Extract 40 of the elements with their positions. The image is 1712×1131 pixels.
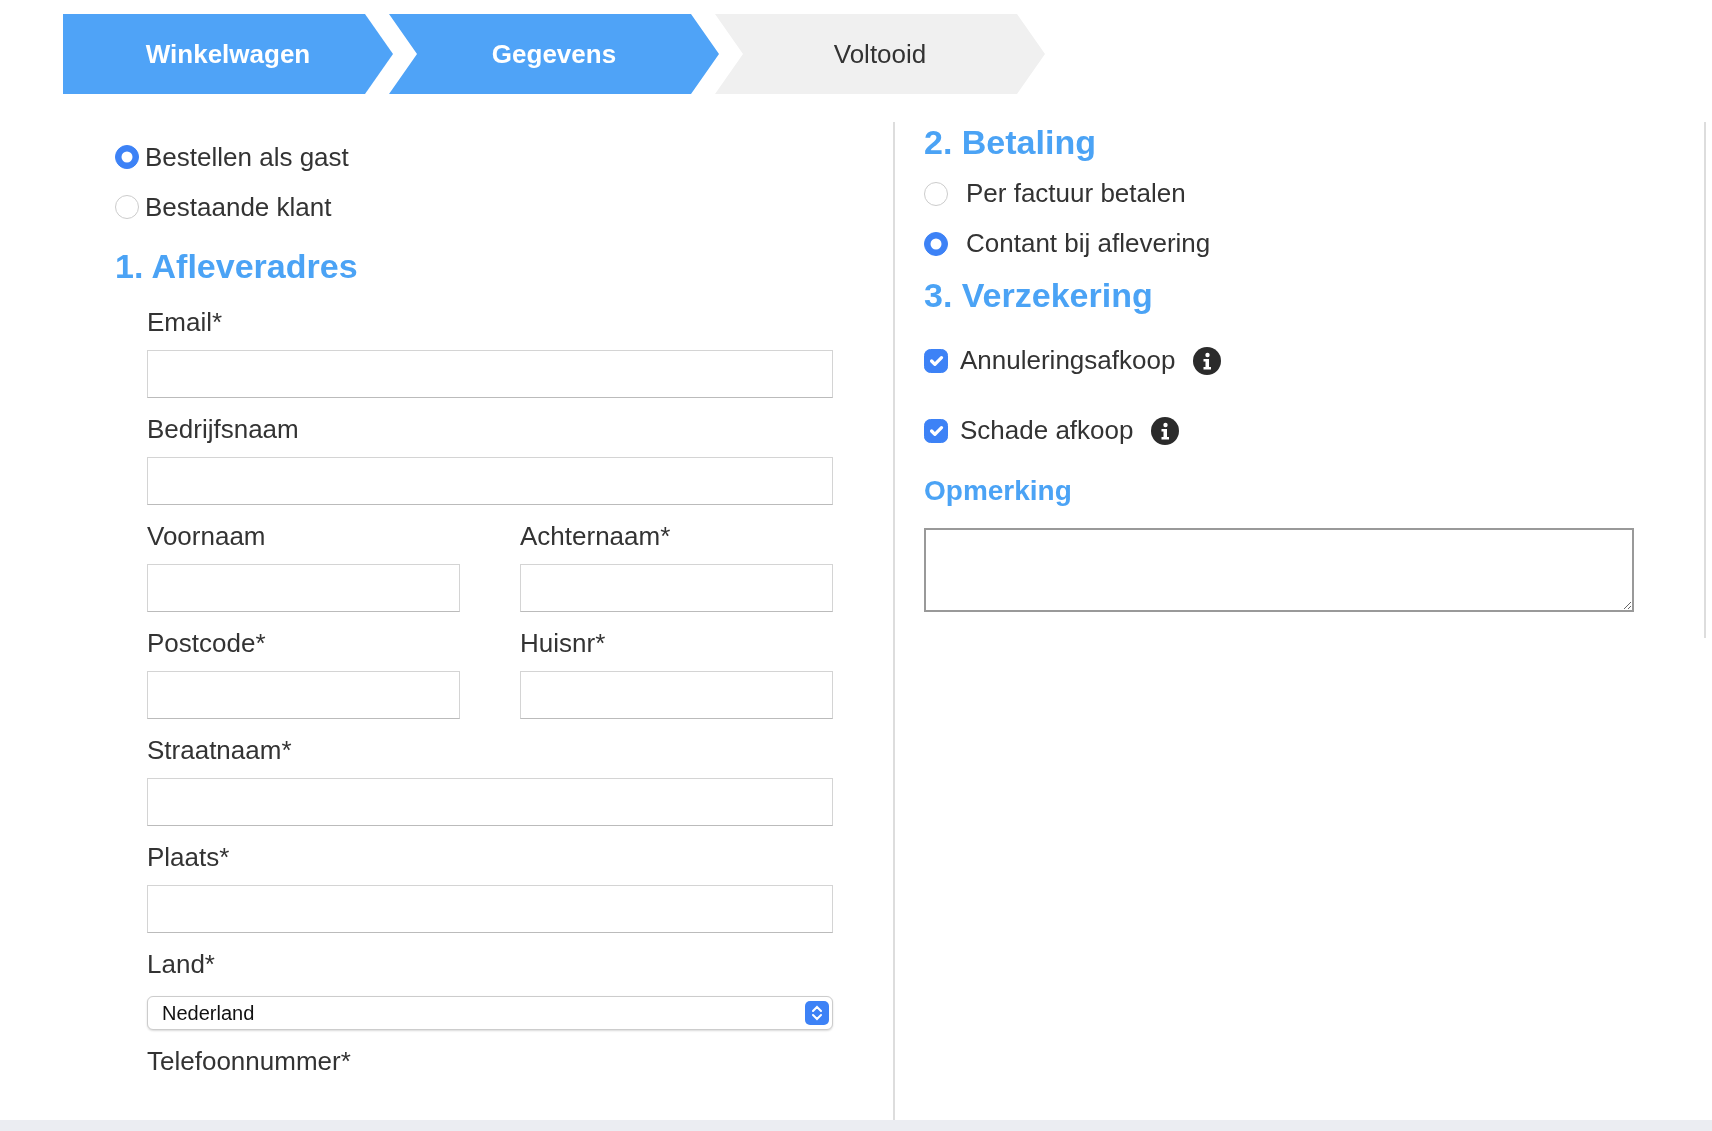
field-label: Achternaam* <box>520 519 672 553</box>
option-label: Per factuur betalen <box>966 177 1186 211</box>
field-label: Huisnr* <box>520 626 607 660</box>
radio-button[interactable] <box>924 181 948 206</box>
field-label: Email* <box>147 305 224 339</box>
radio-button[interactable] <box>115 145 139 169</box>
radio-button[interactable] <box>924 231 948 256</box>
section-heading: 3. Verzekering <box>924 274 1154 316</box>
checkbox[interactable] <box>924 418 948 443</box>
input-field[interactable] <box>147 884 833 933</box>
option-label: Bestaande klant <box>145 190 332 224</box>
checkout-step[interactable]: Voltooid <box>715 14 1045 94</box>
remark-label: Opmerking <box>924 473 1073 508</box>
section-heading: 1. Afleveradres <box>115 246 359 287</box>
info-icon[interactable] <box>1193 346 1222 375</box>
input-field[interactable] <box>520 563 833 612</box>
field-label: Bedrijfsnaam <box>147 412 300 446</box>
option-label: Schade afkoop <box>960 414 1134 448</box>
field-label: Voornaam <box>147 519 267 553</box>
field-label: Plaats* <box>147 840 231 874</box>
field-label: Land* <box>147 947 216 981</box>
radio-button[interactable] <box>115 195 139 219</box>
input-field[interactable] <box>147 349 833 398</box>
field-label: Telefoonnummer* <box>147 1044 352 1078</box>
input-field[interactable] <box>520 670 833 719</box>
option-label: Contant bij aflevering <box>966 227 1211 261</box>
input-field[interactable] <box>147 670 460 719</box>
checkbox[interactable] <box>924 348 948 373</box>
input-field[interactable] <box>147 456 833 505</box>
option-label: Annuleringsafkoop <box>960 344 1176 378</box>
input-field[interactable] <box>147 563 460 612</box>
field-label: Straatnaam* <box>147 733 293 767</box>
section-heading: 2. Betaling <box>924 122 1097 163</box>
remark-textarea[interactable] <box>924 527 1634 612</box>
input-field[interactable] <box>147 777 833 826</box>
option-label: Bestellen als gast <box>145 140 349 174</box>
country-select[interactable]: Nederland <box>147 995 833 1030</box>
select-arrows-icon <box>805 1000 829 1025</box>
info-icon[interactable] <box>1151 416 1180 445</box>
field-label: Postcode* <box>147 626 267 660</box>
